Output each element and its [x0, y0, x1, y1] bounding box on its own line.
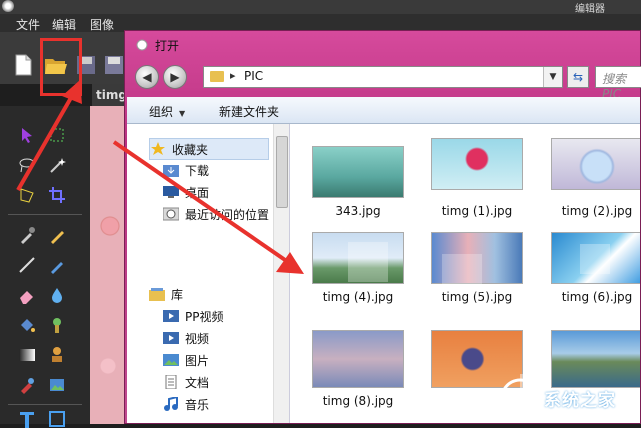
annotation-arrow [112, 140, 304, 274]
annotation-arrow [16, 80, 82, 191]
watermark: 系统之家 XITONGZHIJIA.NET [496, 376, 641, 420]
watermark-logo-icon [500, 378, 540, 418]
annotation-arrows [16, 80, 304, 274]
watermark-url: XITONGZHIJIA.NET [548, 408, 641, 419]
